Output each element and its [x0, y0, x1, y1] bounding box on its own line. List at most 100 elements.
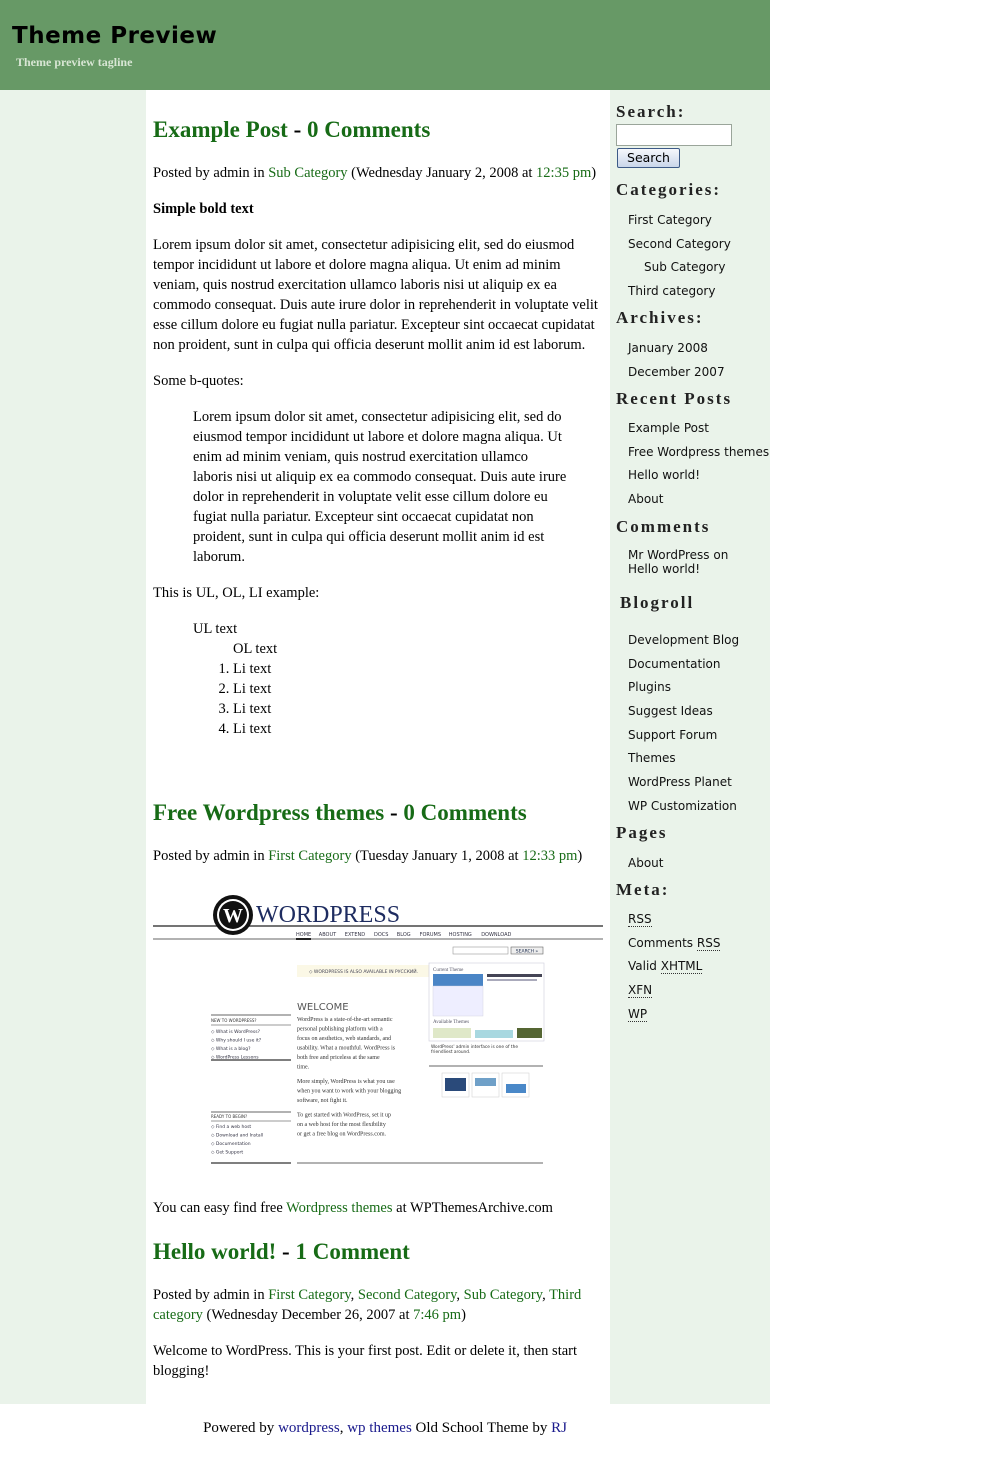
post-time-link[interactable]: 12:33 pm: [522, 848, 577, 864]
comment-post-link[interactable]: Hello world!: [628, 562, 700, 576]
left-margin-column: [0, 90, 146, 1404]
recent-post-link[interactable]: Hello world!: [628, 468, 700, 482]
wp-sidebar-link: ◇ What is WordPress?: [211, 1029, 261, 1035]
category-item: Third category: [628, 283, 731, 307]
category-link[interactable]: First Category: [628, 213, 712, 227]
category-link[interactable]: Second Category: [628, 237, 731, 251]
post-time-link[interactable]: 12:35 pm: [536, 165, 591, 181]
recent-post-item: Hello world!: [628, 467, 769, 491]
blockquote: Lorem ipsum dolor sit amet, consectetur …: [193, 409, 567, 565]
archive-link[interactable]: December 2007: [628, 365, 725, 379]
post-title-link[interactable]: Example Post: [153, 117, 288, 142]
svg-text:NEW TO WORDPRESS?: NEW TO WORDPRESS?: [211, 1018, 257, 1023]
post-comments-link[interactable]: 0 Comments: [403, 800, 526, 825]
blogroll-link[interactable]: Plugins: [628, 680, 671, 694]
category-link[interactable]: Sub Category: [268, 165, 347, 181]
post-comments-link[interactable]: 1 Comment: [295, 1239, 409, 1264]
category-link[interactable]: First Category: [268, 848, 351, 864]
wp-body-line: or get a free blog on WordPress.com.: [297, 1131, 387, 1138]
wordpress-logo-icon: W: [213, 895, 253, 935]
search-input[interactable]: [616, 124, 732, 146]
search-button[interactable]: Search: [617, 148, 680, 168]
bquote-label: Some b-quotes:: [153, 373, 244, 389]
wp-sidebar-link: ◇ Documentation: [211, 1141, 251, 1147]
archive-link[interactable]: January 2008: [628, 341, 708, 355]
footer-rj-link[interactable]: RJ: [551, 1420, 567, 1436]
site-title[interactable]: Theme Preview: [12, 23, 217, 49]
categories-heading: Categories:: [616, 180, 722, 199]
site-tagline: Theme preview tagline: [16, 55, 133, 69]
wp-sidebar-link: ◇ Get Support: [211, 1150, 243, 1156]
category-link[interactable]: Sub Category: [464, 1287, 542, 1303]
wordpress-themes-link[interactable]: Wordpress themes: [286, 1200, 392, 1216]
post-meta: Posted by admin in Sub Category (Wednesd…: [153, 163, 603, 183]
meta-item: Valid XHTML: [628, 958, 720, 982]
post-meta: Posted by admin in First Category (Tuesd…: [153, 846, 603, 866]
valid-xhtml-link[interactable]: Valid XHTML: [628, 959, 703, 975]
wordpress-screenshot-graphic: W WORDPRESS HOME ABOUT EXTEND DOCS BLOG FORUM…: [153, 895, 603, 1164]
meta-item: RSS: [628, 911, 720, 935]
page-item: About: [628, 855, 663, 879]
category-link[interactable]: Third category: [628, 284, 715, 298]
site-footer: Powered by wordpress, wp themes Old Scho…: [0, 1420, 770, 1437]
wp-nav-item: HOSTING: [449, 932, 472, 938]
blogroll-item: Suggest Ideas: [628, 703, 739, 727]
meta-item: Comments RSS: [628, 935, 721, 959]
blogroll-link[interactable]: Support Forum: [628, 728, 717, 742]
comments-rss-link[interactable]: Comments RSS: [628, 935, 721, 951]
wp-nav-item: BLOG: [397, 932, 411, 938]
recent-post-item: About: [628, 491, 769, 515]
wp-sidebar-link: ◇ Why should I use it?: [211, 1038, 262, 1044]
wp-sidebar-link: ◇ What is a blog?: [211, 1046, 251, 1052]
category-item: Second Category: [628, 236, 731, 260]
archive-item: January 2008: [628, 340, 725, 364]
category-link[interactable]: First Category: [268, 1287, 350, 1303]
post-time-link[interactable]: 7:46 pm: [413, 1307, 461, 1323]
list-item: Li text: [233, 699, 603, 719]
wp-body-line: on a web host for the most flexibility: [297, 1121, 386, 1128]
wp-link[interactable]: WP: [628, 1006, 648, 1022]
footer-wp-themes-link[interactable]: wp themes: [347, 1420, 412, 1436]
post-title-link[interactable]: Hello world!: [153, 1239, 276, 1264]
comments-heading: Comments: [616, 517, 711, 536]
blogroll-link[interactable]: Documentation: [628, 657, 721, 671]
archives-list: January 2008 December 2007: [628, 340, 725, 387]
wp-body-line: time.: [297, 1065, 310, 1071]
blogroll-link[interactable]: WordPress Planet: [628, 775, 732, 789]
blogroll-link[interactable]: Suggest Ideas: [628, 704, 713, 718]
wp-nav-item: EXTEND: [345, 932, 365, 938]
page-link[interactable]: About: [628, 856, 663, 870]
recent-post-link[interactable]: Example Post: [628, 421, 709, 435]
meta-prefix: Posted by admin in: [153, 848, 269, 864]
post-comments-link[interactable]: 0 Comments: [307, 117, 430, 142]
wp-nav-item: FORUMS: [420, 932, 441, 938]
title-separator: -: [384, 800, 404, 825]
ul-text: UL text OL text Li text Li text Li text …: [193, 619, 603, 739]
sidebar: Search: Search Categories: First Categor…: [610, 90, 770, 1404]
recent-post-link[interactable]: About: [628, 492, 663, 506]
wordpress-screenshot-image: W WORDPRESS HOME ABOUT EXTEND DOCS BLOG FORUM…: [153, 882, 603, 1172]
main-content: Example Post - 0 Comments Posted by admi…: [146, 90, 610, 1404]
category-link[interactable]: Sub Category: [644, 260, 725, 274]
blogroll-link[interactable]: Themes: [628, 751, 676, 765]
recent-post-link[interactable]: Free Wordpress themes: [628, 445, 769, 459]
post-title-link[interactable]: Free Wordpress themes: [153, 800, 384, 825]
recent-post-item: Example Post: [628, 420, 769, 444]
blogroll-link[interactable]: Development Blog: [628, 633, 739, 647]
footer-wordpress-link[interactable]: wordpress: [278, 1420, 340, 1436]
post-title: Hello world! - 1 Comment: [153, 1237, 603, 1267]
blogroll-item: Support Forum: [628, 727, 739, 751]
ol-text: OL text: [233, 641, 278, 657]
xfn-link[interactable]: XFN: [628, 983, 653, 999]
archives-heading: Archives:: [616, 308, 704, 327]
valid-prefix: Valid: [628, 959, 661, 974]
title-separator: -: [276, 1239, 296, 1264]
blogroll-item: WordPress Planet: [628, 774, 739, 798]
wp-nav-item: DOWNLOAD: [481, 932, 511, 938]
blogroll-link[interactable]: WP Customization: [628, 799, 737, 813]
blogroll-list: Development Blog Documentation Plugins S…: [628, 632, 739, 822]
category-link[interactable]: Second Category: [358, 1287, 457, 1303]
title-separator: -: [287, 117, 307, 142]
comment-author-link[interactable]: Mr WordPress: [628, 548, 710, 562]
rss-link[interactable]: RSS: [628, 912, 652, 927]
